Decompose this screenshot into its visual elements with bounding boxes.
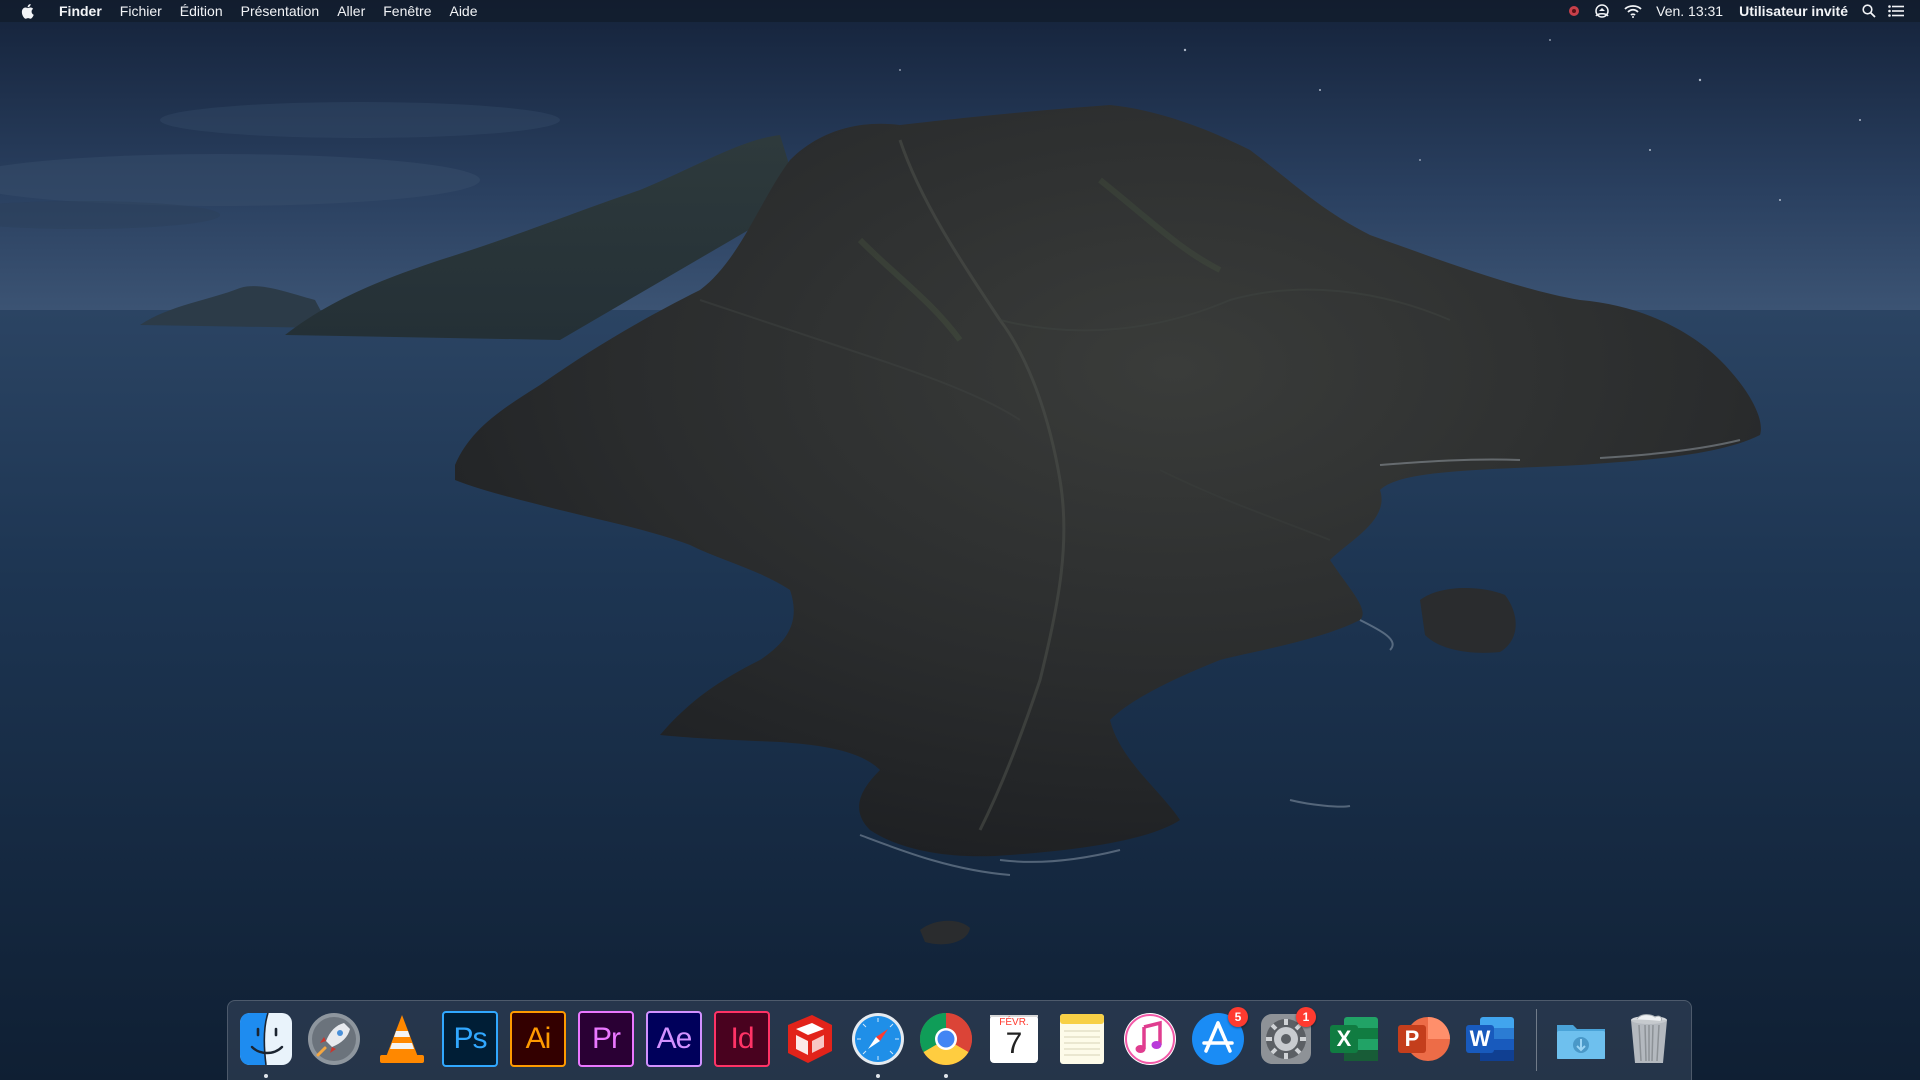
dock-notes[interactable]	[1052, 1009, 1112, 1071]
menu-app-finder[interactable]: Finder	[50, 0, 111, 22]
menu-user-name[interactable]: Utilisateur invité	[1731, 0, 1856, 22]
menu-aller[interactable]: Aller	[328, 0, 374, 22]
running-indicator	[944, 1074, 948, 1078]
running-indicator	[264, 1074, 268, 1078]
finder-icon	[240, 1012, 292, 1066]
photoshop-icon: Ps	[442, 1011, 498, 1067]
excel-letter: X	[1336, 1026, 1352, 1051]
dock-illustrator[interactable]: Ai	[508, 1009, 568, 1071]
dock-safari[interactable]	[848, 1009, 908, 1078]
dock-premiere[interactable]: Pr	[576, 1009, 636, 1071]
dock-chrome[interactable]	[916, 1009, 976, 1078]
safari-compass-icon	[852, 1013, 904, 1065]
dock-calendar[interactable]: FÉVR. 7	[984, 1009, 1044, 1071]
dock-launchpad[interactable]	[304, 1009, 364, 1071]
menu-presentation[interactable]: Présentation	[232, 0, 329, 22]
itunes-icon	[1124, 1013, 1176, 1065]
dock-sketchup[interactable]	[780, 1009, 840, 1071]
notification-badge: 5	[1228, 1007, 1248, 1027]
notification-center-icon[interactable]	[1888, 0, 1904, 22]
menu-fenetre[interactable]: Fenêtre	[374, 0, 440, 22]
dock-after-effects[interactable]: Ae	[644, 1009, 704, 1071]
trash-icon	[1631, 1014, 1667, 1063]
downloads-folder-icon	[1557, 1025, 1605, 1059]
launchpad-rocket-icon	[308, 1013, 360, 1065]
dock: Ps Ai Pr Ae Id FÉVR. 7 5 1 X P W	[227, 1000, 1692, 1080]
sketchup-icon	[788, 1015, 832, 1063]
menu-aide[interactable]: Aide	[440, 0, 486, 22]
dock-photoshop[interactable]: Ps	[440, 1009, 500, 1071]
dock-app-store[interactable]: 5	[1188, 1007, 1248, 1071]
chrome-icon	[920, 1013, 972, 1065]
indesign-icon: Id	[714, 1011, 770, 1067]
desktop-wallpaper	[0, 0, 1920, 1080]
record-indicator-icon[interactable]	[1568, 0, 1580, 22]
airplay-screen-icon[interactable]	[1592, 0, 1612, 22]
vlc-cone-icon	[380, 1015, 424, 1063]
dock-word[interactable]: W	[1460, 1009, 1520, 1071]
menu-bar: Finder Fichier Édition Présentation Alle…	[0, 0, 1920, 22]
word-letter: W	[1469, 1026, 1491, 1051]
dock-system-preferences[interactable]: 1	[1256, 1007, 1316, 1071]
dock-finder[interactable]	[236, 1009, 296, 1078]
powerpoint-letter: P	[1404, 1026, 1420, 1051]
calendar-day: 7	[1005, 1027, 1023, 1060]
wifi-icon[interactable]	[1624, 0, 1642, 22]
menu-clock[interactable]: Ven. 13:31	[1648, 0, 1731, 22]
dock-trash[interactable]	[1619, 1009, 1679, 1071]
dock-itunes[interactable]	[1120, 1009, 1180, 1071]
premiere-icon: Pr	[578, 1011, 634, 1067]
illustrator-icon: Ai	[510, 1011, 566, 1067]
notes-icon	[1060, 1014, 1104, 1064]
dock-indesign[interactable]: Id	[712, 1009, 772, 1071]
notification-badge: 1	[1296, 1007, 1316, 1027]
apple-logo-icon[interactable]	[18, 0, 36, 22]
dock-vlc[interactable]	[372, 1009, 432, 1071]
spotlight-search-icon[interactable]	[1862, 0, 1876, 22]
after-effects-icon: Ae	[646, 1011, 702, 1067]
dock-powerpoint[interactable]: P	[1392, 1009, 1452, 1071]
dock-downloads[interactable]	[1551, 1009, 1611, 1071]
menu-fichier[interactable]: Fichier	[111, 0, 171, 22]
dock-excel[interactable]: X	[1324, 1009, 1384, 1071]
menu-edition[interactable]: Édition	[171, 0, 232, 22]
running-indicator	[876, 1074, 880, 1078]
dock-separator	[1536, 1009, 1537, 1071]
